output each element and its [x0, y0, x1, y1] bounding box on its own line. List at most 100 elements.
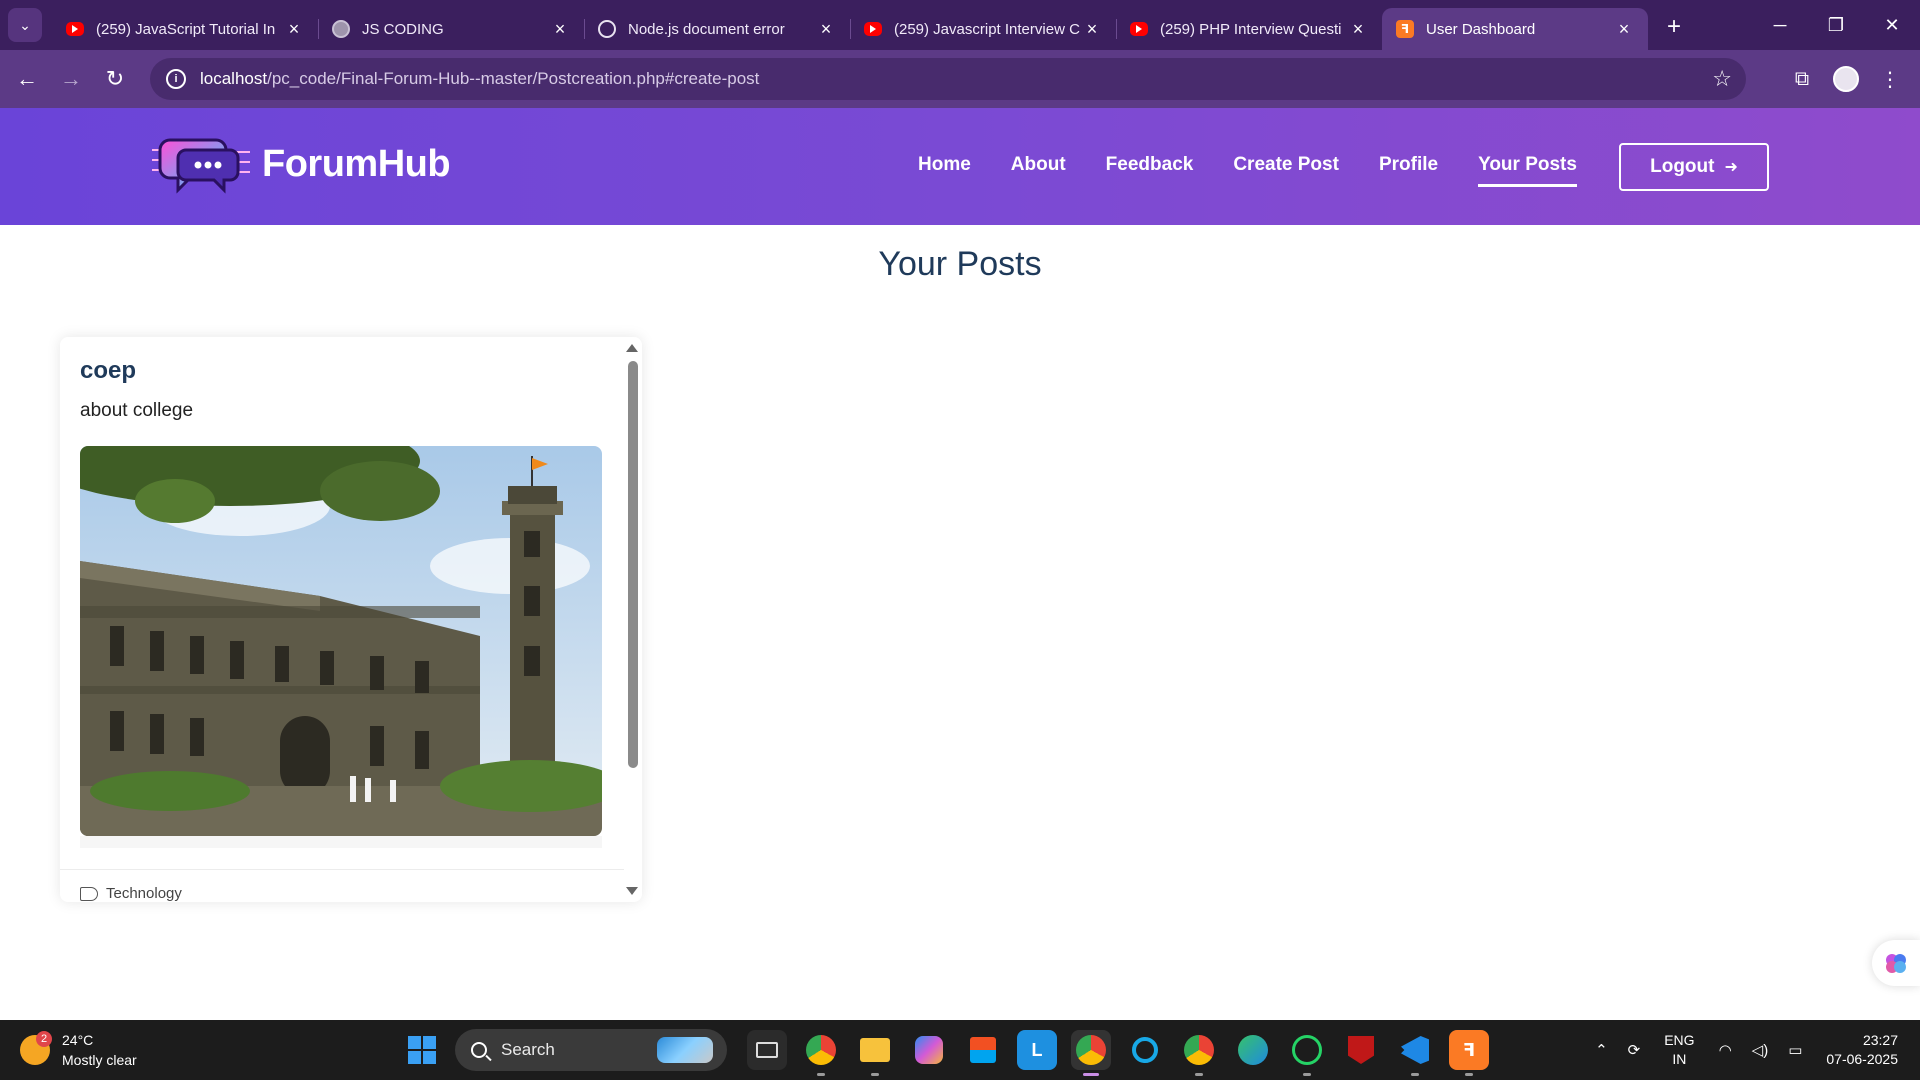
extensions-icon[interactable]: ⧉ [1780, 57, 1824, 101]
sync-icon[interactable]: ⟳ [1628, 1041, 1641, 1059]
post-tag-label: Technology [106, 885, 182, 902]
youtube-icon [864, 22, 882, 36]
post-title: coep [80, 357, 137, 384]
card-scrollbar[interactable] [624, 337, 642, 902]
forward-button[interactable]: → [49, 57, 93, 101]
tab-close-icon[interactable]: × [1614, 19, 1634, 40]
tab-title: (259) PHP Interview Questi [1160, 20, 1342, 38]
battery-icon[interactable]: ▭ [1788, 1041, 1802, 1059]
site-header: ForumHub Home About Feedback Create Post… [0, 108, 1920, 225]
chrome-active-icon[interactable] [1071, 1030, 1111, 1076]
volume-icon[interactable]: ◁) [1752, 1041, 1769, 1059]
weather-moon-icon: 2 [20, 1031, 52, 1065]
start-button[interactable] [408, 1036, 436, 1064]
copilot-icon[interactable] [909, 1030, 949, 1070]
vscode-icon[interactable] [1395, 1030, 1435, 1076]
browser-tab-bar: ⌄ (259) JavaScript Tutorial In × JS CODI… [0, 0, 1920, 50]
search-highlight-image [657, 1037, 713, 1063]
minimize-icon[interactable]: ─ [1752, 0, 1808, 50]
window-controls: ─ ❐ ✕ [1752, 0, 1920, 50]
tab-strip: (259) JavaScript Tutorial In × JS CODING… [52, 8, 1648, 50]
scrollbar-thumb[interactable] [628, 361, 638, 768]
l-app-icon[interactable]: L [1017, 1030, 1057, 1070]
nav-about[interactable]: About [1011, 154, 1066, 187]
post-tag: Technology [80, 885, 182, 902]
edge-icon[interactable] [1233, 1030, 1273, 1070]
reload-button[interactable]: ↻ [93, 57, 137, 101]
logout-button[interactable]: Logout ➜ [1619, 143, 1769, 191]
browser-menu-icon[interactable]: ⋮ [1868, 57, 1912, 101]
system-clock[interactable]: 23:27 07-06-2025 [1826, 1031, 1898, 1069]
sign-out-icon: ➜ [1724, 159, 1738, 176]
card-divider [60, 869, 624, 870]
tab-close-icon[interactable]: × [816, 19, 836, 40]
tab-search-button[interactable]: ⌄ [8, 8, 42, 42]
tab-js-coding[interactable]: JS CODING × [318, 8, 584, 50]
xampp-icon: ꟻ [1396, 20, 1414, 38]
region-code: IN [1672, 1051, 1687, 1067]
tab-javascript-interview[interactable]: (259) Javascript Interview C × [850, 8, 1116, 50]
chatgpt-icon [598, 20, 616, 38]
chrome-profile-blue-icon[interactable] [1179, 1030, 1219, 1076]
microsoft-store-icon[interactable] [963, 1030, 1003, 1070]
logout-label: Logout [1650, 156, 1715, 177]
site-logo[interactable]: ForumHub [150, 130, 451, 198]
nav-feedback[interactable]: Feedback [1106, 154, 1194, 187]
tab-title: Node.js document error [628, 20, 785, 38]
xampp-taskbar-icon[interactable]: ꟻ [1449, 1030, 1489, 1076]
brain-icon [1886, 954, 1906, 973]
weather-badge: 2 [36, 1031, 52, 1047]
file-explorer-icon[interactable] [855, 1030, 895, 1076]
chrome-profile-p-icon[interactable] [801, 1030, 841, 1076]
nav-create-post[interactable]: Create Post [1233, 154, 1339, 187]
address-bar[interactable]: i localhost/pc_code/Final-Forum-Hub--mas… [150, 58, 1746, 100]
tab-nodejs-error[interactable]: Node.js document error × [584, 8, 850, 50]
scroll-up-arrow-icon[interactable] [626, 344, 638, 352]
windows-taskbar: 2 24°C Mostly clear Search L ꟻ ⌃ ⟳ ENG I… [0, 1020, 1920, 1080]
nav-home[interactable]: Home [918, 154, 971, 187]
taskbar-search[interactable]: Search [455, 1029, 727, 1071]
tab-close-icon[interactable]: × [284, 19, 304, 40]
nav-your-posts[interactable]: Your Posts [1478, 154, 1577, 187]
tab-close-icon[interactable]: × [550, 19, 570, 40]
bookmark-star-icon[interactable]: ☆ [1712, 66, 1732, 92]
nav-profile[interactable]: Profile [1379, 154, 1438, 187]
weather-temperature: 24°C [62, 1032, 94, 1048]
scroll-down-arrow-icon[interactable] [626, 887, 638, 895]
cortana-ring-icon[interactable] [1125, 1030, 1165, 1070]
ai-assistant-button[interactable] [1872, 940, 1920, 986]
clock-date: 07-06-2025 [1826, 1051, 1898, 1067]
url-host: localhost [200, 69, 268, 88]
tab-user-dashboard[interactable]: ꟻ User Dashboard × [1382, 8, 1648, 50]
task-view-icon[interactable] [747, 1030, 787, 1070]
tray-overflow-chevron-icon[interactable]: ⌃ [1595, 1041, 1608, 1059]
whatsapp-icon[interactable] [1287, 1030, 1327, 1076]
tab-close-icon[interactable]: × [1082, 19, 1102, 40]
globe-icon [332, 20, 350, 38]
page-title: Your Posts [878, 245, 1042, 283]
tab-php-interview[interactable]: (259) PHP Interview Questi × [1116, 8, 1382, 50]
close-window-icon[interactable]: ✕ [1864, 0, 1920, 50]
tab-title: (259) Javascript Interview C [894, 20, 1080, 38]
profile-avatar[interactable] [1833, 66, 1859, 92]
tab-title: (259) JavaScript Tutorial In [96, 20, 276, 38]
tab-title: JS CODING [362, 20, 444, 38]
clock-time: 23:27 [1862, 1032, 1898, 1048]
restore-icon[interactable]: ❐ [1808, 0, 1864, 50]
search-icon [471, 1042, 487, 1058]
input-language[interactable]: ENG IN [1664, 1031, 1694, 1069]
new-tab-button[interactable]: + [1656, 9, 1692, 45]
post-image [80, 446, 602, 836]
youtube-icon [1130, 22, 1148, 36]
site-info-icon[interactable]: i [166, 69, 186, 89]
tab-javascript-tutorial[interactable]: (259) JavaScript Tutorial In × [52, 8, 318, 50]
weather-widget[interactable]: 2 24°C Mostly clear [20, 1030, 137, 1070]
back-button[interactable]: ← [5, 57, 49, 101]
tag-icon [80, 886, 98, 901]
windows-logo-icon [408, 1036, 421, 1049]
tab-close-icon[interactable]: × [1348, 19, 1368, 40]
wifi-icon[interactable]: ◠ [1719, 1041, 1732, 1059]
mcafee-icon[interactable] [1341, 1030, 1381, 1070]
browser-toolbar: ← → ↻ i localhost/pc_code/Final-Forum-Hu… [0, 50, 1920, 108]
toolbar-actions: ⧉ ⋮ [1780, 57, 1912, 101]
